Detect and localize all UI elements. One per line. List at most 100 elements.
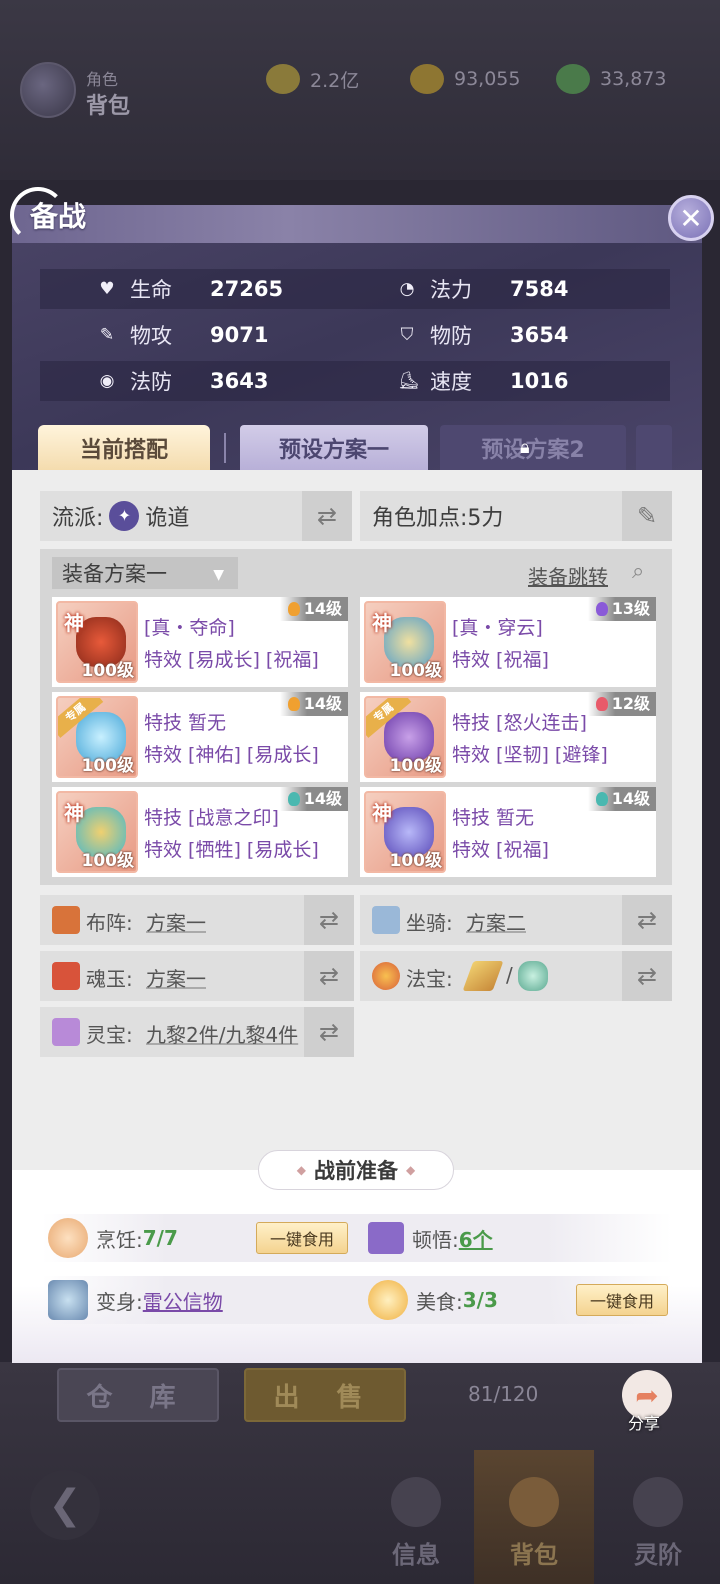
stat-row: ✎ 物攻 9071 ⛉ 物防 3654 [40, 315, 670, 355]
tab-preset-1[interactable]: 预设方案一 [240, 425, 428, 470]
equip-jump-link[interactable]: 装备跳转 [528, 561, 608, 590]
umbrella-icon [48, 1280, 88, 1320]
bun-icon [48, 1218, 88, 1258]
formation-book-icon [52, 906, 80, 934]
transform-item: 变身: 雷公信物 [48, 1276, 223, 1324]
swap-mount-button[interactable]: ⇄ [622, 895, 672, 945]
mount-row: 坐骑: 方案二 ⇄ [360, 895, 672, 945]
treasure-row: 法宝: / ⇄ [360, 951, 672, 1001]
swap-school-button[interactable]: ⇄ [302, 491, 352, 541]
stat-row: ◉ 法防 3643 ⛸ 速度 1016 [40, 361, 670, 401]
gem-icon [287, 602, 300, 616]
eat-all-food-button[interactable]: 一键食用 [576, 1284, 668, 1316]
equip-card[interactable]: 神 100级 13级 [真・穿云] 特效 [祝福] [360, 597, 656, 687]
equip-thumb: 专属 100级 [56, 696, 138, 778]
cooking-item: 烹饪: 7/7 [48, 1214, 178, 1262]
spirit-treasure-icon [52, 1018, 80, 1046]
tab-current[interactable]: 当前搭配 [38, 425, 210, 470]
equip-thumb: 专属 100级 [364, 696, 446, 778]
insight-item: 顿悟: 6个 [368, 1214, 493, 1262]
swap-formation-button[interactable]: ⇄ [304, 895, 354, 945]
battle-prep-modal: ♥ 生命 27265 ◔ 法力 7584 ✎ 物攻 9071 ⛉ 物防 3654 [10, 187, 714, 1363]
swap-treasure-button[interactable]: ⇄ [622, 951, 672, 1001]
gourd-icon[interactable] [518, 961, 548, 991]
role-label: 角色 [86, 70, 119, 89]
grade-badge: 12级 [587, 692, 656, 716]
school-label: 流派: [52, 506, 104, 531]
equip-thumb: 神 100级 [364, 791, 446, 873]
equip-thumb: 神 100级 [364, 601, 446, 683]
swap-soul-jade-button[interactable]: ⇄ [304, 951, 354, 1001]
swap-spirit-treasure-button[interactable]: ⇄ [304, 1007, 354, 1057]
equip-thumb: 神 100级 [56, 601, 138, 683]
equip-card[interactable]: 专属 100级 12级 特技 [怒火连击] 特效 [坚韧] [避锋] [360, 692, 656, 782]
close-button[interactable]: ✕ [668, 195, 714, 241]
magic-shield-icon: ◉ [99, 371, 115, 391]
bag-icon [509, 1477, 559, 1527]
points-value: 5力 [467, 506, 504, 531]
jade-ingot-icon [556, 64, 590, 94]
grade-badge: 14级 [279, 787, 348, 811]
search-icon[interactable]: ⌕ [632, 559, 644, 584]
points-label: 角色加点: [372, 506, 468, 531]
soul-jade-row: 魂玉: 方案一 ⇄ [40, 951, 354, 1001]
sword-icon: ✎ [99, 325, 115, 345]
heart-icon: ♥ [99, 279, 115, 299]
edit-points-button[interactable]: ✎ [622, 491, 672, 541]
equip-card[interactable]: 神 100级 14级 [真・夺命] 特效 [易成长] [祝福] [52, 597, 348, 687]
stat-phys-def: ⛉ 物防 3654 [340, 315, 640, 355]
pre-battle-section: ◆ 战前准备 ◆ 烹饪: 7/7 一键食用 顿悟: 6个 变身: 雷公信物 美食… [12, 1150, 702, 1363]
back-arrow-icon[interactable]: ❮ [30, 1470, 100, 1540]
eat-all-cooking-button[interactable]: 一键食用 [256, 1222, 348, 1254]
boot-icon: ⛸ [398, 371, 420, 391]
food-item: 美食: 3/3 [368, 1276, 498, 1324]
gem-icon [287, 697, 300, 711]
equip-card[interactable]: 神 100级 14级 特技 [战意之印] 特效 [牺牲] [易成长] [52, 787, 348, 877]
role-emblem-icon [20, 62, 76, 118]
sell-button[interactable]: 出 售 [244, 1368, 406, 1422]
equip-card[interactable]: 专属 100级 14级 特技 暂无 特效 [神佑] [易成长] [52, 692, 348, 782]
share-label: 分享 [628, 1414, 661, 1433]
school-emblem-icon: ✦ [109, 501, 140, 531]
nav-spirit[interactable]: 灵阶 [598, 1450, 718, 1584]
stat-mp: ◔ 法力 7584 [399, 277, 569, 302]
fire-orb-icon [372, 962, 400, 990]
stat-mag-def: ◉ 法防 3643 [99, 369, 269, 394]
nav-info[interactable]: 信息 [356, 1450, 476, 1584]
grade-badge: 14级 [279, 692, 348, 716]
stat-phys-atk: ✎ 物攻 9071 [99, 323, 269, 348]
school-value: 诡道 [145, 506, 190, 531]
currency-jade: 33,873 [556, 64, 666, 94]
swirl-icon: ◔ [399, 279, 415, 299]
tab-preset-3[interactable] [636, 425, 672, 470]
equip-thumb: 神 100级 [56, 791, 138, 873]
twin-blades-icon[interactable] [462, 961, 504, 991]
gem-icon [595, 697, 608, 711]
store-button[interactable]: 仓 库 [57, 1368, 219, 1422]
equip-card[interactable]: 神 100级 14级 特技 暂无 特效 [祝福] [360, 787, 656, 877]
diamond-icon: ◆ [406, 1163, 416, 1177]
bag-capacity: 81/120 [468, 1382, 539, 1406]
chevron-down-icon: ▼ [213, 567, 224, 583]
stat-row: ♥ 生命 27265 ◔ 法力 7584 [40, 269, 670, 309]
book-icon [368, 1222, 404, 1254]
equipment-panel: 装备方案一 ▼ 装备跳转 ⌕ 神 100级 14级 [真・夺命] 特效 [易成长… [40, 549, 672, 885]
currency-gold: 93,055 [410, 64, 520, 94]
formation-row: 布阵: 方案一 ⇄ [40, 895, 354, 945]
nav-bag[interactable]: 背包 [474, 1450, 594, 1584]
food-bowl-icon [368, 1280, 408, 1320]
grade-badge: 13级 [587, 597, 656, 621]
prep-row: 变身: 雷公信物 美食: 3/3 一键食用 [42, 1276, 672, 1324]
prep-row: 烹饪: 7/7 一键食用 顿悟: 6个 [42, 1214, 672, 1262]
equip-scheme-dropdown[interactable]: 装备方案一 ▼ [52, 557, 238, 589]
gem-icon [287, 792, 300, 806]
coin-icon [266, 64, 300, 94]
stat-hp: ♥ 生命 27265 [99, 277, 284, 302]
gem-icon [595, 602, 608, 616]
currency-coin: 2.2亿 [266, 64, 359, 94]
school-row: 流派: ✦ 诡道 ⇄ [40, 491, 352, 541]
bag-label: 背包 [86, 94, 131, 119]
scroll-icon [372, 906, 400, 934]
grade-badge: 14级 [587, 787, 656, 811]
points-row: 角色加点: 5力 ✎ [360, 491, 672, 541]
